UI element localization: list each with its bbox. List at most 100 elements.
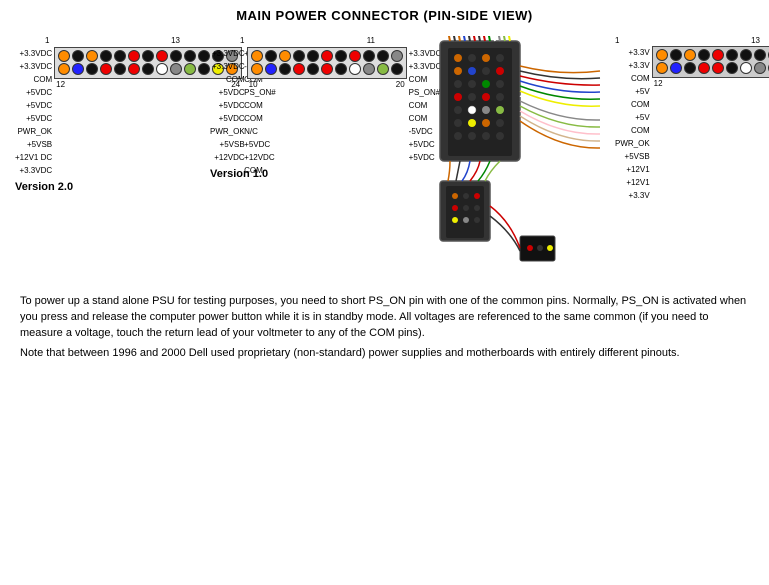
vp-2-3 <box>279 63 291 75</box>
dp-1-1 <box>656 49 668 61</box>
vp-2-6 <box>321 63 333 75</box>
v2-left-7: PWR_OK <box>17 125 52 138</box>
detail-pin1: 1 <box>615 36 619 45</box>
v1-pin1: 1 <box>240 36 244 45</box>
v2-header: 1 13 <box>15 36 210 45</box>
v1-left-labels: +3.3VDC +3.3VDC COM +5VDC +5VDC +5VDC PW… <box>210 47 245 164</box>
pin-2-5 <box>114 63 126 75</box>
pin-1-2 <box>72 50 84 62</box>
vp-2-10 <box>377 63 389 75</box>
v1-left-6: +5VDC <box>219 112 245 125</box>
dl-12: +3.3V <box>629 189 650 202</box>
pin-2-4 <box>100 63 112 75</box>
v2-pin1: 1 <box>45 36 49 45</box>
pin-1-9 <box>170 50 182 62</box>
v2-body: +3.3VDC +3.3VDC COM +5VDC +5VDC +5VDC PW… <box>15 47 210 177</box>
dl-1: +3.3V <box>629 46 650 59</box>
v1-left-3: COM <box>226 73 245 86</box>
main-container: MAIN POWER CONNECTOR (PIN-SIDE VIEW) 1 1… <box>0 0 769 374</box>
v2-left-4: +5VDC <box>26 86 52 99</box>
dp-2-5 <box>712 62 724 74</box>
vp-1-7 <box>335 50 347 62</box>
diagrams-section: 1 13 +3.3VDC +3.3VDC COM +5VDC +5VDC +5V… <box>10 31 759 286</box>
v1-pin11: 11 <box>367 36 375 45</box>
vp-2-4 <box>293 63 305 75</box>
pin-1-3 <box>86 50 98 62</box>
version2-diagram: 1 13 +3.3VDC +3.3VDC COM +5VDC +5VDC +5V… <box>15 36 210 193</box>
version1-diagram: 1 11 +3.3VDC +3.3VDC COM +5VDC +5VDC +5V… <box>210 36 405 180</box>
vp-1-8 <box>349 50 361 62</box>
connector-photo <box>410 36 610 286</box>
v2-left-6: +5VDC <box>26 112 52 125</box>
dp-2-7 <box>740 62 752 74</box>
dl-5: COM <box>631 98 650 111</box>
v1-left-9: +12VDC <box>214 151 244 164</box>
v2-left-2: +3.3VDC <box>19 60 52 73</box>
dp-2-4 <box>698 62 710 74</box>
vp-2-7 <box>335 63 347 75</box>
v1-left-4: +5VDC <box>219 86 245 99</box>
dp-2-1 <box>656 62 668 74</box>
dp-1-8 <box>754 49 766 61</box>
wire-svg <box>410 36 610 286</box>
detail-diagram: 1 13 +3.3V +3.3V COM +5V COM +5V COM PWR… <box>615 36 760 202</box>
v1-pin10: 10 <box>249 80 258 89</box>
vp-2-2 <box>265 63 277 75</box>
dp-2-2 <box>670 62 682 74</box>
vp-1-11 <box>391 50 403 62</box>
description-p1: To power up a stand alone PSU for testin… <box>20 294 749 342</box>
pin-1-4 <box>100 50 112 62</box>
vp-1-4 <box>293 50 305 62</box>
pin-1-6 <box>128 50 140 62</box>
vp-1-1 <box>251 50 263 62</box>
vp-2-9 <box>363 63 375 75</box>
pin-1-5 <box>114 50 126 62</box>
pin-2-8 <box>156 63 168 75</box>
dp-2-8 <box>754 62 766 74</box>
v1-version-label: Version 1.0 <box>210 168 405 180</box>
v1-left-5: +5VDC <box>219 99 245 112</box>
v2-left-10: +3.3VDC <box>19 164 52 177</box>
v2-left-3: COM <box>33 73 52 86</box>
dp-1-6 <box>726 49 738 61</box>
detail-body: +3.3V +3.3V COM +5V COM +5V COM PWR_OK +… <box>615 46 760 202</box>
vp-2-5 <box>307 63 319 75</box>
v2-pin13: 13 <box>171 36 180 45</box>
dl-3: COM <box>631 72 650 85</box>
pin-2-2 <box>72 63 84 75</box>
v2-left-9: +12V1 DC <box>15 151 52 164</box>
vp-1-2 <box>265 50 277 62</box>
v1-left-8: +5VSB <box>220 138 245 151</box>
pin-1-8 <box>156 50 168 62</box>
vp-1-6 <box>321 50 333 62</box>
dl-6: +5V <box>635 111 649 124</box>
v2-left-labels: +3.3VDC +3.3VDC COM +5VDC +5VDC +5VDC PW… <box>15 47 52 177</box>
description-section: To power up a stand alone PSU for testin… <box>10 286 759 362</box>
vp-1-5 <box>307 50 319 62</box>
dl-8: PWR_OK <box>615 137 650 150</box>
dl-4: +5V <box>635 85 649 98</box>
dp-2-6 <box>726 62 738 74</box>
detail-pins <box>652 46 769 78</box>
dp-1-5 <box>712 49 724 61</box>
v1-pin20: 20 <box>396 80 405 89</box>
detail-left-labels: +3.3V +3.3V COM +5V COM +5V COM PWR_OK +… <box>615 46 650 202</box>
v1-left-2: +3.3VDC <box>212 60 245 73</box>
v2-left-8: +5VSB <box>27 138 52 151</box>
pin-2-9 <box>170 63 182 75</box>
v1-pins <box>247 47 407 79</box>
dl-2: +3.3V <box>629 59 650 72</box>
v2-version-label: Version 2.0 <box>15 181 210 193</box>
v2-pin12: 12 <box>56 80 65 89</box>
v2-left-5: +5VDC <box>26 99 52 112</box>
dl-7: COM <box>631 124 650 137</box>
dl-9: +5VSB <box>625 150 650 163</box>
pin-1-1 <box>58 50 70 62</box>
description-p2: Note that between 1996 and 2000 Dell use… <box>20 346 749 362</box>
pin-1-10 <box>184 50 196 62</box>
detail-pin13: 13 <box>751 36 760 45</box>
detail-header: 1 13 <box>615 36 760 45</box>
pin-2-3 <box>86 63 98 75</box>
dp-1-3 <box>684 49 696 61</box>
v1-left-1: +3.3VDC <box>212 47 245 60</box>
